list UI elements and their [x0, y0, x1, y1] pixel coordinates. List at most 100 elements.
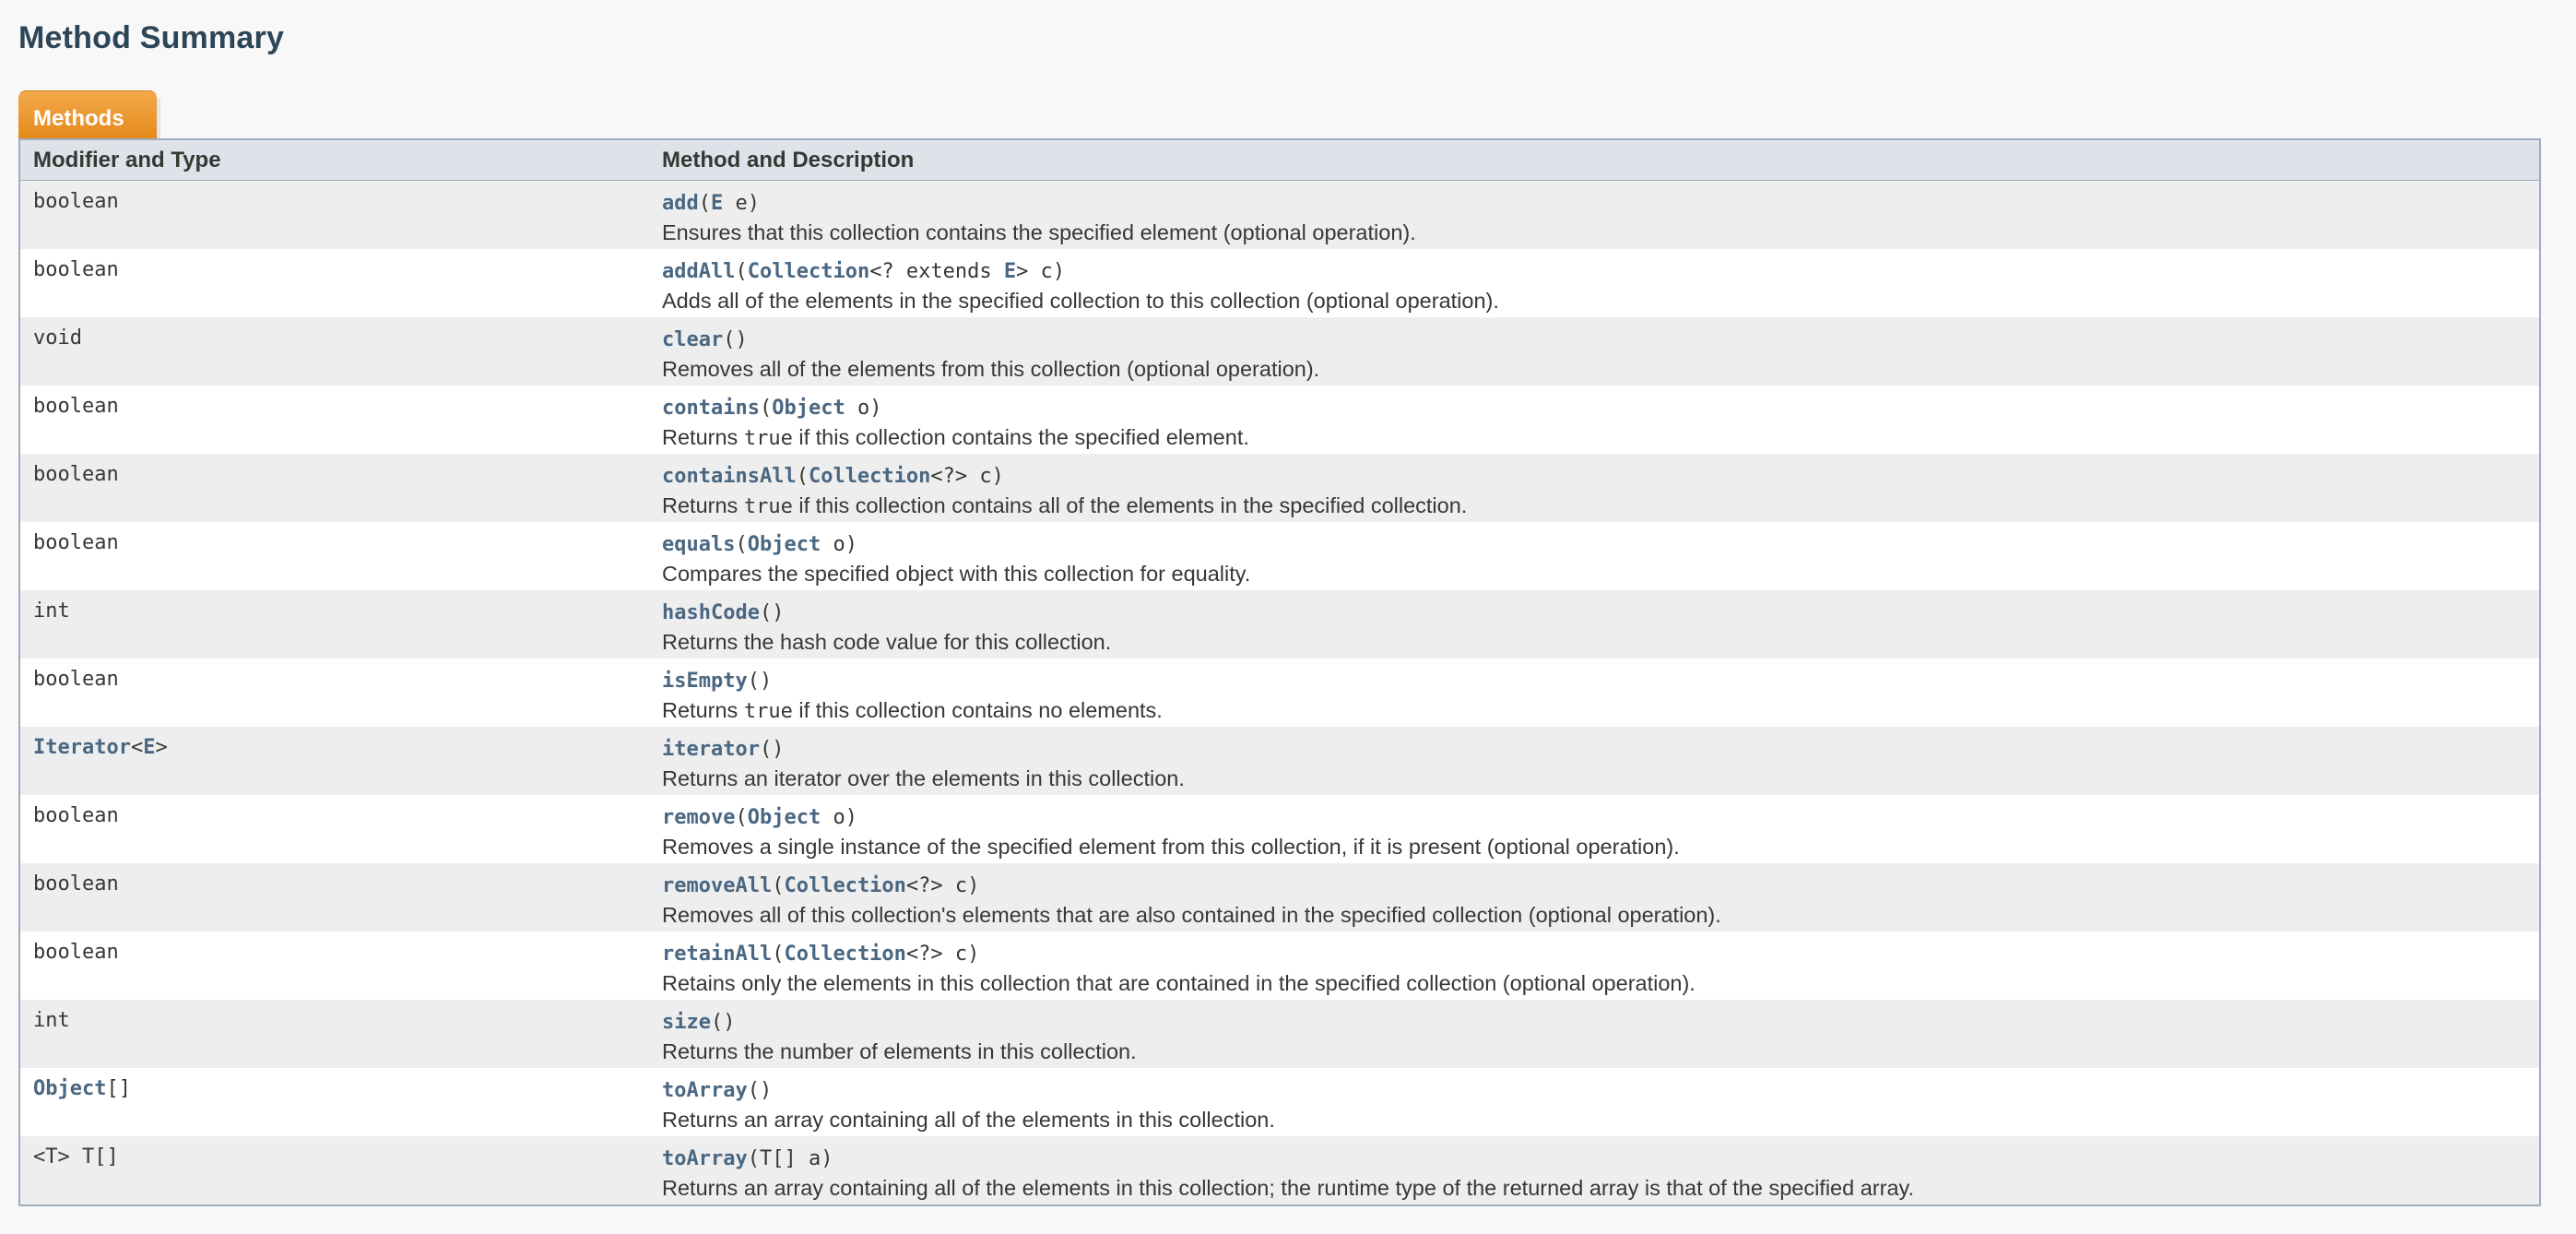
table-row: boolean add(E e) Ensures that this collect…: [19, 180, 2540, 249]
table-row: Iterator<E> iterator() Returns an iterator…: [19, 727, 2540, 795]
method-name-link[interactable]: hashCode: [662, 601, 760, 624]
method-name-link[interactable]: add: [662, 192, 699, 215]
param-text: (: [735, 533, 748, 556]
method-signature: size(): [662, 1000, 2539, 1037]
method-name-link[interactable]: clear: [662, 328, 723, 351]
method-name-link[interactable]: toArray: [662, 1079, 748, 1102]
method-name-link[interactable]: size: [662, 1011, 711, 1034]
param-text: (: [698, 192, 711, 215]
method-signature: add(E e): [662, 181, 2539, 218]
description-text: Removes all of this collection's element…: [662, 903, 1721, 927]
param-type-link[interactable]: Object: [748, 806, 821, 829]
cell-modifier-type: Iterator<E>: [19, 727, 649, 795]
cell-method-description: remove(Object o) Removes a single instanc…: [649, 795, 2540, 863]
description-text: Returns: [662, 425, 744, 449]
return-type-text: boolean: [33, 463, 119, 486]
return-type: boolean: [33, 863, 649, 896]
cell-modifier-type: boolean: [19, 863, 649, 931]
return-type: void: [33, 317, 649, 350]
param-text: (: [759, 397, 773, 420]
param-type-link[interactable]: Object: [772, 397, 845, 420]
cell-method-description: contains(Object o) Returns true if this c…: [649, 386, 2540, 454]
return-type-text: boolean: [33, 941, 119, 964]
return-type: boolean: [33, 795, 649, 827]
description-text: Returns: [662, 493, 744, 517]
param-type-link[interactable]: Collection: [784, 943, 905, 966]
method-name-link[interactable]: contains: [662, 397, 760, 420]
return-type-text: int: [33, 599, 70, 623]
return-type-text: boolean: [33, 190, 119, 213]
description-text: Returns the hash code value for this col…: [662, 630, 1112, 654]
column-header-modifier-type: Modifier and Type: [19, 139, 649, 181]
method-description: Returns true if this collection contains…: [662, 491, 2539, 522]
method-signature: retainAll(Collection<?> c): [662, 931, 2539, 968]
return-type-link[interactable]: Iterator: [33, 736, 131, 759]
description-text: Returns: [662, 698, 744, 722]
description-text: Returns an array containing all of the e…: [662, 1108, 1275, 1132]
description-text: Compares the specified object with this …: [662, 562, 1251, 586]
return-type: Iterator<E>: [33, 736, 168, 759]
method-name-link[interactable]: containsAll: [662, 465, 797, 488]
method-signature: contains(Object o): [662, 386, 2539, 422]
table-body: boolean add(E e) Ensures that this collect…: [19, 180, 2540, 1205]
param-text: (): [710, 1011, 736, 1034]
cell-modifier-type: boolean: [19, 386, 649, 454]
cell-modifier-type: boolean: [19, 249, 649, 317]
param-type-link[interactable]: Collection: [748, 260, 869, 283]
description-text: Adds all of the elements in the specifie…: [662, 289, 1499, 313]
param-text: (): [747, 1079, 773, 1102]
cell-method-description: isEmpty() Returns true if this collection…: [649, 659, 2540, 727]
method-name-link[interactable]: remove: [662, 806, 735, 829]
cell-method-description: add(E e) Ensures that this collection con…: [649, 180, 2540, 249]
param-type-link[interactable]: E: [1004, 260, 1016, 283]
type-parameter-link[interactable]: E: [143, 736, 155, 759]
param-text: o): [821, 806, 857, 829]
code-literal: true: [743, 427, 793, 450]
cell-method-description: clear() Removes all of the elements from …: [649, 317, 2540, 386]
cell-method-description: hashCode() Returns the hash code value fo…: [649, 590, 2540, 659]
method-name-link[interactable]: removeAll: [662, 874, 772, 897]
param-text: (): [759, 601, 785, 624]
method-description: Returns true if this collection contains…: [662, 422, 2539, 454]
method-name-link[interactable]: toArray: [662, 1147, 748, 1170]
method-description: Compares the specified object with this …: [662, 559, 2539, 588]
method-name-link[interactable]: retainAll: [662, 943, 772, 966]
method-name-link[interactable]: addAll: [662, 260, 735, 283]
return-type-text: boolean: [33, 804, 119, 827]
cell-modifier-type: void: [19, 317, 649, 386]
param-type-link[interactable]: E: [711, 192, 723, 215]
return-type: Object[]: [33, 1068, 649, 1100]
param-type-link[interactable]: Object: [748, 533, 821, 556]
column-header-method-description: Method and Description: [649, 139, 2540, 181]
cell-modifier-type: Object[]: [19, 1068, 649, 1136]
param-text: (: [772, 943, 785, 966]
param-text: (: [772, 874, 785, 897]
table-row: boolean contains(Object o) Returns true if…: [19, 386, 2540, 454]
description-text: Returns the number of elements in this c…: [662, 1039, 1137, 1063]
method-description: Adds all of the elements in the specifie…: [662, 286, 2539, 315]
param-text: (): [759, 738, 785, 761]
method-signature: containsAll(Collection<?> c): [662, 454, 2539, 491]
cell-method-description: size() Returns the number of elements in …: [649, 1000, 2540, 1068]
method-description: Ensures that this collection contains th…: [662, 218, 2539, 247]
param-type-link[interactable]: Collection: [809, 465, 930, 488]
table-row: Object[] toArray() Returns an array contai…: [19, 1068, 2540, 1136]
param-text: e): [723, 192, 760, 215]
method-name-link[interactable]: isEmpty: [662, 670, 748, 693]
return-type-text: <T> T[]: [33, 1145, 119, 1169]
return-type-text: void: [33, 326, 82, 350]
tab-methods[interactable]: Methods: [18, 90, 160, 139]
param-type-link[interactable]: Collection: [784, 874, 905, 897]
method-signature: isEmpty(): [662, 659, 2539, 695]
param-text: (: [796, 465, 809, 488]
table-header-row: Modifier and Type Method and Description: [19, 139, 2540, 181]
cell-method-description: iterator() Returns an iterator over the e…: [649, 727, 2540, 795]
method-signature: removeAll(Collection<?> c): [662, 863, 2539, 900]
method-name-link[interactable]: equals: [662, 533, 735, 556]
table-row: boolean addAll(Collection<? extends E> c)…: [19, 249, 2540, 317]
return-type: int: [33, 590, 649, 623]
param-text: (: [735, 806, 748, 829]
table-row: boolean retainAll(Collection<?> c) Retains…: [19, 931, 2540, 1000]
method-name-link[interactable]: iterator: [662, 738, 760, 761]
return-type-link[interactable]: Object: [33, 1077, 106, 1100]
